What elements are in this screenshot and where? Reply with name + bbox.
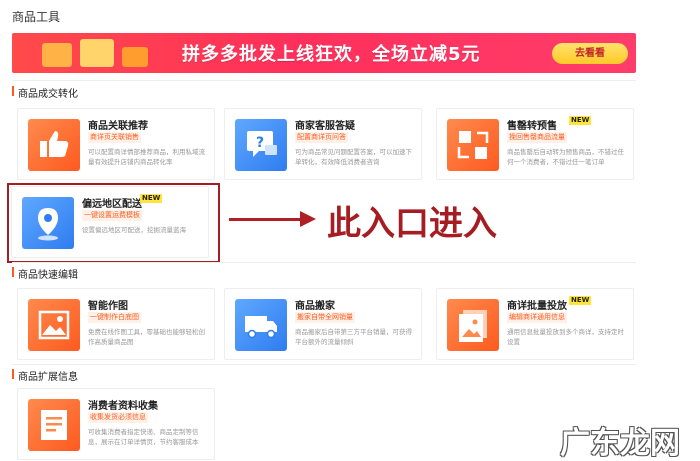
- card-batch-detail[interactable]: 商详批量投放 NEW 编辑商详通用信息 通用信息批量投放到多个商详，支持定时设置: [436, 288, 634, 360]
- card-description: 免费在线作图工具，零基础也能够轻松创作高质量商品图: [88, 328, 205, 346]
- card-description: 商品售罄后自动转为预售商品，不错过任何一个消费者，不错过任一笔订单: [507, 148, 624, 166]
- layers-icon: [447, 299, 499, 351]
- section-title-quick-edit: 商品快速编辑: [12, 266, 78, 281]
- chat-question-icon: ?: [235, 119, 287, 171]
- swap-grid-icon: [447, 119, 499, 171]
- card-title: 售罄转预售: [507, 121, 557, 132]
- card-soldout-presale[interactable]: 售罄转预售 NEW 挽回售罄商品流量 商品售罄后自动转为预售商品，不错过任何一个…: [436, 108, 634, 180]
- card-description: 可以配置商详情部推荐商品，利用私域流量有效提升店铺内商品转化率: [88, 148, 205, 166]
- banner-text: 拼多多批发上线狂欢，全场立减5元: [182, 44, 481, 65]
- card-consumer-info[interactable]: 消费者资料收集 收集发货必须信息 可收集消费者指定快递、商品定制等信息，展示在订…: [17, 388, 215, 460]
- new-badge: NEW: [569, 296, 592, 305]
- arrow-line: [229, 218, 307, 221]
- card-description: 通用信息批量投放到多个商详，支持定时设置: [507, 328, 624, 346]
- card-merchant-qa[interactable]: ? 商家客服答疑 配置商详页问答 可为商品常见问题配置答案，可以加速下单转化，有…: [224, 108, 422, 180]
- watermark: 广东龙网: [560, 426, 680, 461]
- card-tag: 编辑商详通用信息: [507, 312, 567, 323]
- card-tag: 配置商详页问答: [295, 132, 348, 143]
- card-description: 可为商品常见问题配置答案，可以加速下单转化，有效降低消费者咨询: [295, 148, 412, 166]
- card-tag: 挽回售罄商品流量: [507, 132, 567, 143]
- divider: [12, 80, 636, 81]
- annotation-label: 此入口进入: [327, 204, 497, 244]
- section-title-conversion: 商品成交转化: [12, 85, 78, 100]
- banner-decoration: [22, 35, 172, 71]
- card-title: 商详批量投放: [507, 301, 567, 312]
- card-tag: 收集发货必须信息: [88, 412, 148, 423]
- divider: [12, 364, 636, 365]
- truck-icon: [235, 299, 287, 351]
- page-title: 商品工具: [12, 10, 61, 24]
- card-title: 商品搬家: [295, 301, 335, 312]
- divider: [12, 262, 636, 263]
- card-description: 商品搬家后自带第三方平台销量，可获得平台额外的流量倾斜: [295, 328, 412, 346]
- card-title: 商品关联推荐: [88, 121, 148, 132]
- new-badge: NEW: [569, 116, 592, 125]
- card-smart-image[interactable]: 智能作图 一键制作白底图 免费在线作图工具，零基础也能够轻松创作高质量商品图: [17, 288, 215, 360]
- card-description: 可收集消费者指定快递、商品定制等信息，展示在订单详情页，节约客服成本: [88, 428, 199, 446]
- highlight-box: [7, 183, 220, 263]
- card-title: 智能作图: [88, 301, 128, 312]
- banner-carousel-dots[interactable]: [316, 66, 330, 81]
- card-product-move[interactable]: 商品搬家 搬家自带全网销量 商品搬家后自带第三方平台销量，可获得平台额外的流量倾…: [224, 288, 422, 360]
- card-title: 消费者资料收集: [88, 401, 158, 412]
- banner-go-button[interactable]: 去看看: [552, 43, 628, 64]
- image-icon: [28, 299, 80, 351]
- svg-text:?: ?: [256, 135, 264, 151]
- section-title-extend: 商品扩展信息: [12, 368, 78, 383]
- document-icon: [28, 399, 80, 451]
- thumbs-up-icon: [28, 119, 80, 171]
- card-tag: 商详页关联销售: [88, 132, 141, 143]
- card-tag: 一键制作白底图: [88, 312, 141, 323]
- arrow-icon: [300, 211, 316, 227]
- card-title: 商家客服答疑: [295, 121, 355, 132]
- card-tag: 搬家自带全网销量: [295, 312, 355, 323]
- card-product-recommend[interactable]: 商品关联推荐 商详页关联销售 可以配置商详情部推荐商品，利用私域流量有效提升店铺…: [17, 108, 215, 180]
